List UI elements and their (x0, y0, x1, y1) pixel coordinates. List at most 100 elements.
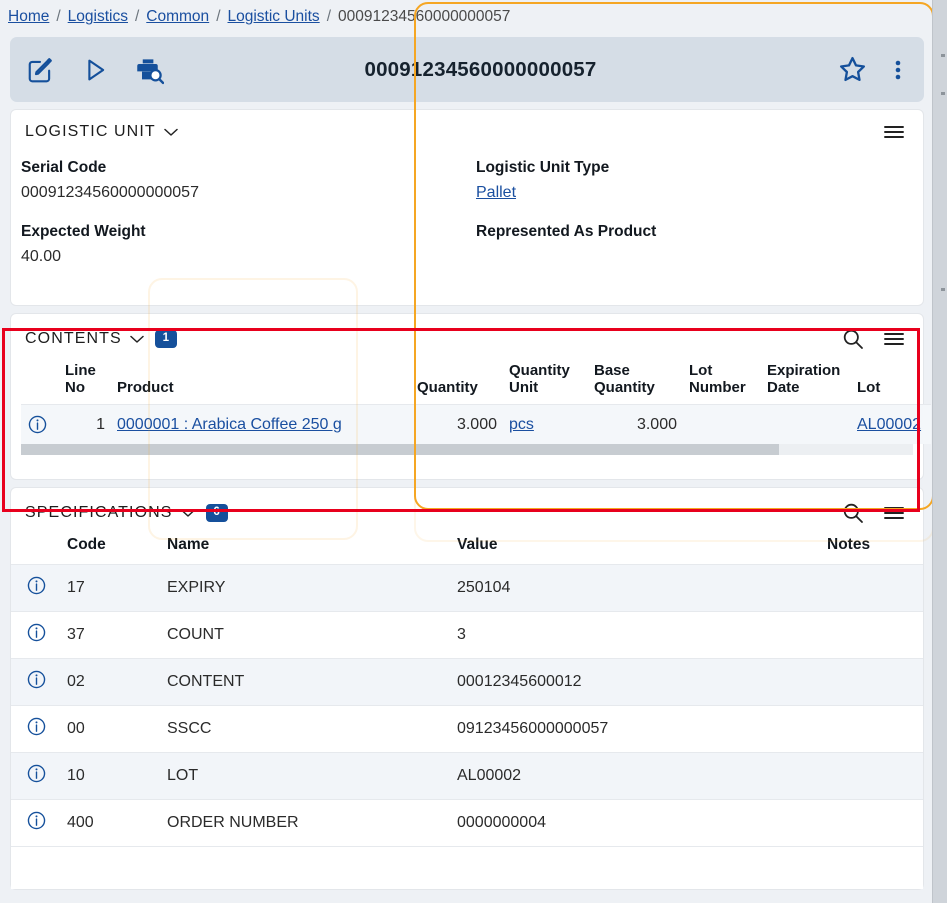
row-info-icon[interactable] (11, 564, 61, 612)
field-serial-code: Serial Code 00091234560000000057 (21, 156, 476, 220)
cell-code: 400 (61, 799, 161, 847)
hamburger-icon[interactable] (883, 124, 905, 140)
row-info-icon[interactable] (11, 658, 61, 706)
cell-code: 37 (61, 611, 161, 659)
field-value: 00091234560000000057 (21, 184, 199, 202)
logistic-unit-card-header: LOGISTIC UNIT (11, 110, 923, 150)
col-base-quantity[interactable]: Base Quantity (588, 360, 683, 405)
cell-value: AL00002 (451, 752, 821, 800)
col-line-no[interactable]: Line No (59, 360, 111, 405)
cell-value: 09123456000000057 (451, 705, 821, 753)
page-vertical-scrollbar[interactable] (932, 0, 947, 903)
row-info-icon[interactable] (11, 752, 61, 800)
table-row[interactable]: 02 CONTENT 00012345600012 (11, 658, 923, 706)
col-code[interactable]: Code (61, 534, 161, 565)
page-title: 00091234560000000057 (364, 57, 597, 81)
breadcrumb-item-logistics[interactable]: Logistics (68, 8, 128, 26)
edit-icon[interactable] (26, 55, 56, 85)
cell-notes (821, 752, 923, 800)
contents-title: CONTENTS (25, 330, 122, 348)
contents-card-header: CONTENTS 1 (11, 314, 923, 360)
col-lot-number[interactable]: Lot Number (683, 360, 761, 405)
row-info-icon[interactable] (21, 404, 59, 445)
logistic-unit-type-link[interactable]: Pallet (476, 184, 516, 201)
chevron-down-icon[interactable] (130, 335, 144, 344)
scrollbar-marker (941, 288, 945, 291)
breadcrumb-item-current: 00091234560000000057 (338, 8, 511, 25)
scrollbar-marker (941, 54, 945, 57)
cell-name: COUNT (161, 611, 451, 659)
contents-table-wrapper: Line No Product Quantity Quantity Unit B… (11, 360, 931, 445)
table-row[interactable]: 10 LOT AL00002 (11, 752, 923, 800)
search-icon[interactable] (841, 327, 865, 351)
field-label: Logistic Unit Type (476, 159, 610, 176)
field-represented-as-product: Represented As Product (476, 220, 909, 284)
breadcrumb-separator: / (216, 8, 221, 25)
field-expected-weight: Expected Weight 40.00 (21, 220, 476, 284)
row-info-icon[interactable] (11, 611, 61, 659)
col-info (11, 534, 61, 565)
cell-notes (821, 799, 923, 847)
col-notes[interactable]: Notes (821, 534, 923, 565)
cell-value: 3 (451, 611, 821, 659)
table-row[interactable]: 00 SSCC 09123456000000057 (11, 705, 923, 753)
chevron-down-icon[interactable] (180, 509, 195, 518)
contents-table-head: Line No Product Quantity Quantity Unit B… (21, 360, 931, 405)
cell-lot: AL00002 (851, 404, 931, 445)
scrollbar-thumb[interactable] (21, 444, 780, 456)
col-name[interactable]: Name (161, 534, 451, 565)
field-label: Serial Code (21, 159, 107, 176)
breadcrumb-item-common[interactable]: Common (146, 8, 209, 26)
table-row[interactable]: 1 0000001 : Arabica Coffee 250 g 3.000 p… (21, 404, 931, 445)
field-logistic-unit-type: Logistic Unit Type Pallet (476, 156, 909, 220)
search-icon[interactable] (841, 501, 865, 525)
run-icon[interactable] (80, 55, 110, 85)
specifications-table-wrapper: Code Name Value Notes 17 EXPIRY 250104 37 CO… (11, 534, 923, 890)
cell-value: 00012345600012 (451, 658, 821, 706)
specifications-title: SPECIFICATIONS (25, 504, 173, 522)
cell-quantity: 3.000 (411, 404, 503, 445)
object-header-bar: 00091234560000000057 (10, 37, 924, 102)
quantity-unit-link[interactable]: pcs (509, 416, 534, 433)
breadcrumb-separator: / (56, 8, 61, 25)
col-value[interactable]: Value (451, 534, 821, 565)
favorite-star-icon[interactable] (837, 54, 868, 85)
breadcrumb-item-logistic-units[interactable]: Logistic Units (228, 8, 320, 26)
cell-code: 10 (61, 752, 161, 800)
field-value: 40.00 (21, 247, 62, 265)
col-quantity[interactable]: Quantity (411, 360, 503, 405)
table-row[interactable]: 400 ORDER NUMBER 0000000004 (11, 799, 923, 847)
cell-code: 02 (61, 658, 161, 706)
breadcrumb-separator: / (134, 8, 140, 25)
table-row[interactable]: 37 COUNT 3 (11, 611, 923, 659)
cell-name: SSCC (161, 705, 451, 753)
col-expiration-date[interactable]: Expiration Date (761, 360, 851, 405)
contents-header-icons (841, 327, 909, 351)
col-product[interactable]: Product (111, 360, 411, 405)
field-label: Represented As Product (476, 222, 657, 240)
specifications-card: SPECIFICATIONS 6 Code Name Value Notes 1… (10, 487, 924, 891)
logistic-unit-title: LOGISTIC UNIT (25, 123, 156, 140)
field-label: Expected Weight (21, 222, 146, 240)
field-value: Pallet (476, 180, 909, 206)
cell-expiration-date (761, 404, 851, 445)
hamburger-icon[interactable] (883, 331, 905, 347)
cell-product: 0000001 : Arabica Coffee 250 g (111, 404, 411, 445)
row-info-icon[interactable] (11, 705, 61, 753)
col-lot[interactable]: Lot (851, 360, 931, 405)
lot-link[interactable]: AL00002 (857, 416, 921, 433)
row-info-icon[interactable] (11, 799, 61, 847)
product-link[interactable]: 0000001 : Arabica Coffee 250 g (117, 416, 342, 433)
col-quantity-unit[interactable]: Quantity Unit (503, 360, 588, 405)
chevron-down-icon[interactable] (164, 128, 178, 137)
breadcrumb-item-home[interactable]: Home (8, 8, 49, 26)
contents-table-body: 1 0000001 : Arabica Coffee 250 g 3.000 p… (21, 404, 931, 445)
cell-notes (821, 705, 923, 753)
hamburger-icon[interactable] (883, 505, 905, 521)
overflow-menu-icon[interactable] (888, 55, 908, 85)
contents-horizontal-scrollbar[interactable] (21, 444, 913, 456)
scrollbar-marker (941, 92, 945, 95)
specifications-card-footer (11, 846, 923, 890)
table-row[interactable]: 17 EXPIRY 250104 (11, 564, 923, 612)
app-root: Home / Logistics / Common / Logistic Uni… (0, 0, 947, 903)
